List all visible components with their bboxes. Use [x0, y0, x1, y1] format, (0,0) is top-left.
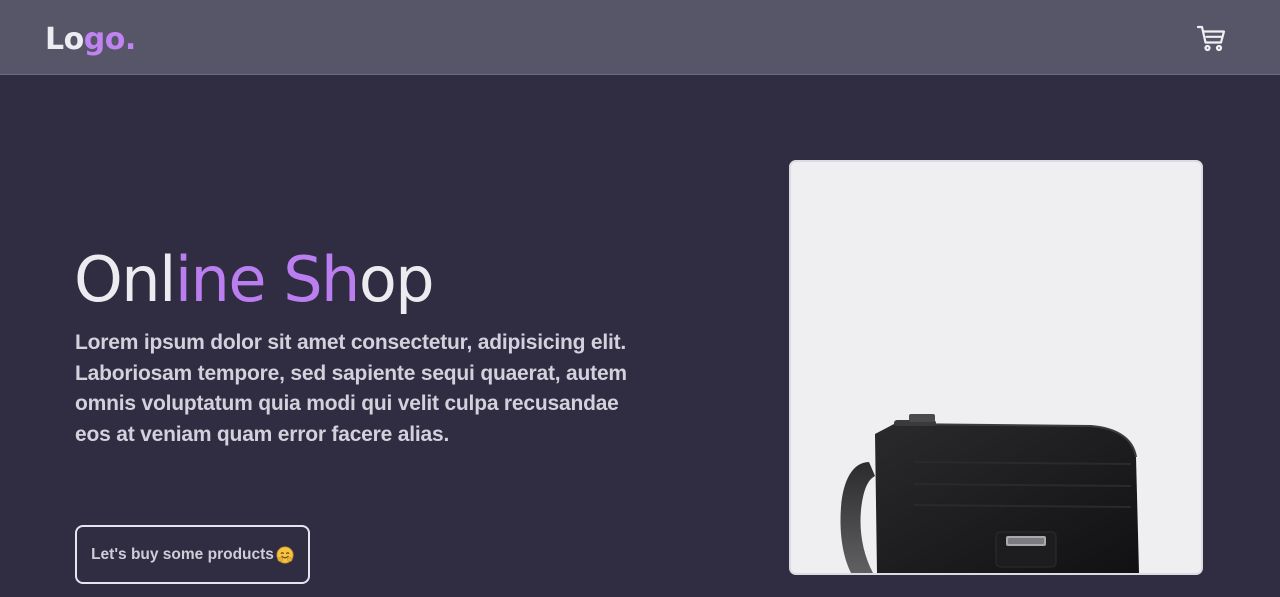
hero-description: Lorem ipsum dolor sit amet consectetur, … — [75, 331, 627, 446]
logo-part-accent: go. — [83, 22, 136, 57]
hero-title-part-2: ine Sh — [174, 243, 361, 316]
logo[interactable]: Logo. — [45, 20, 136, 60]
hugging-face-emoji-icon — [276, 545, 294, 564]
buy-products-button[interactable]: Let's buy some products — [75, 525, 310, 584]
product-image-card — [789, 160, 1203, 575]
navbar: Logo. — [0, 0, 1280, 75]
hero-title: Online Shop — [74, 240, 435, 320]
page: Logo. Online Shop Lorem ipsum dolor sit … — [0, 0, 1280, 597]
cart-button[interactable] — [1196, 24, 1226, 52]
hero-title-part-1: Onl — [74, 243, 176, 316]
hero-title-part-3: op — [358, 243, 435, 316]
buy-products-label: Let's buy some products — [91, 545, 274, 563]
logo-part-light: Lo — [45, 22, 84, 57]
black-crossbody-bag-image — [791, 162, 1201, 573]
cart-icon — [1196, 25, 1226, 52]
